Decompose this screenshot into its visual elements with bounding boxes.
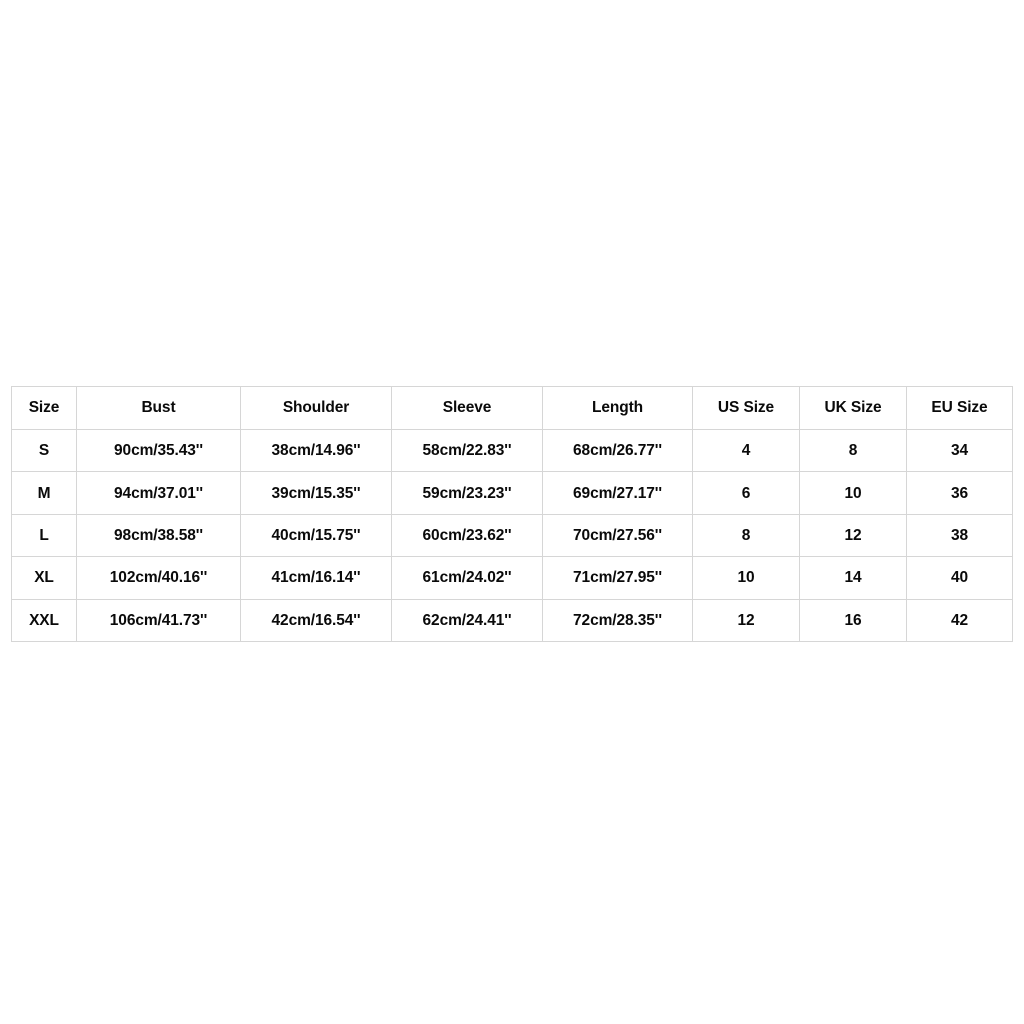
cell-uk-size: 10	[799, 471, 907, 515]
table-header-row: Size Bust Shoulder Sleeve Length US Size…	[11, 386, 1013, 430]
cell-us-size: 6	[692, 471, 800, 515]
cell-eu-size: 40	[906, 556, 1013, 600]
size-chart-table: Size Bust Shoulder Sleeve Length US Size…	[11, 386, 1013, 642]
table-row: XXL 106cm/41.73'' 42cm/16.54'' 62cm/24.4…	[11, 598, 1013, 642]
column-header-us-size: US Size	[692, 386, 800, 430]
cell-length: 68cm/26.77''	[542, 428, 693, 473]
cell-bust: 90cm/35.43''	[76, 428, 241, 473]
cell-eu-size: 34	[906, 428, 1013, 473]
cell-eu-size: 42	[906, 598, 1013, 642]
table-row: M 94cm/37.01'' 39cm/15.35'' 59cm/23.23''…	[11, 471, 1013, 515]
cell-us-size: 4	[692, 428, 800, 473]
cell-eu-size: 38	[906, 513, 1013, 558]
cell-size: XXL	[11, 598, 77, 642]
cell-bust: 98cm/38.58''	[76, 513, 241, 558]
cell-size: XL	[11, 556, 77, 600]
column-header-bust: Bust	[76, 386, 241, 430]
cell-shoulder: 39cm/15.35''	[240, 471, 392, 515]
table-row: XL 102cm/40.16'' 41cm/16.14'' 61cm/24.02…	[11, 556, 1013, 600]
cell-length: 72cm/28.35''	[542, 598, 693, 642]
cell-uk-size: 14	[799, 556, 907, 600]
cell-uk-size: 8	[799, 428, 907, 473]
cell-uk-size: 12	[799, 513, 907, 558]
cell-shoulder: 40cm/15.75''	[240, 513, 392, 558]
cell-eu-size: 36	[906, 471, 1013, 515]
table-row: S 90cm/35.43'' 38cm/14.96'' 58cm/22.83''…	[11, 428, 1013, 473]
cell-sleeve: 59cm/23.23''	[391, 471, 543, 515]
cell-sleeve: 62cm/24.41''	[391, 598, 543, 642]
size-chart-container: Size Bust Shoulder Sleeve Length US Size…	[11, 386, 1013, 642]
cell-length: 71cm/27.95''	[542, 556, 693, 600]
column-header-shoulder: Shoulder	[240, 386, 392, 430]
cell-length: 69cm/27.17''	[542, 471, 693, 515]
cell-us-size: 10	[692, 556, 800, 600]
column-header-eu-size: EU Size	[906, 386, 1013, 430]
cell-size: L	[11, 513, 77, 558]
cell-bust: 106cm/41.73''	[76, 598, 241, 642]
cell-us-size: 8	[692, 513, 800, 558]
cell-shoulder: 38cm/14.96''	[240, 428, 392, 473]
column-header-size: Size	[11, 386, 77, 430]
column-header-length: Length	[542, 386, 693, 430]
cell-bust: 102cm/40.16''	[76, 556, 241, 600]
column-header-sleeve: Sleeve	[391, 386, 543, 430]
column-header-uk-size: UK Size	[799, 386, 907, 430]
cell-us-size: 12	[692, 598, 800, 642]
cell-length: 70cm/27.56''	[542, 513, 693, 558]
cell-size: S	[11, 428, 77, 473]
table-body: S 90cm/35.43'' 38cm/14.96'' 58cm/22.83''…	[11, 428, 1013, 642]
cell-size: M	[11, 471, 77, 515]
cell-sleeve: 60cm/23.62''	[391, 513, 543, 558]
cell-bust: 94cm/37.01''	[76, 471, 241, 515]
table-row: L 98cm/38.58'' 40cm/15.75'' 60cm/23.62''…	[11, 513, 1013, 558]
cell-shoulder: 42cm/16.54''	[240, 598, 392, 642]
cell-sleeve: 58cm/22.83''	[391, 428, 543, 473]
cell-shoulder: 41cm/16.14''	[240, 556, 392, 600]
cell-sleeve: 61cm/24.02''	[391, 556, 543, 600]
cell-uk-size: 16	[799, 598, 907, 642]
table-header: Size Bust Shoulder Sleeve Length US Size…	[11, 386, 1013, 430]
